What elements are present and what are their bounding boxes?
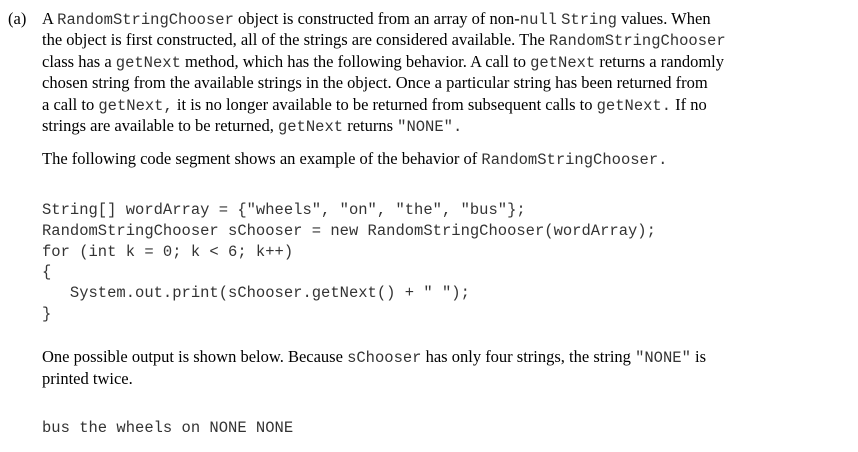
text-run: object is constructed from an array of n… bbox=[233, 9, 520, 28]
code-line-3: for (int k = 0; k < 6; k++) bbox=[42, 243, 294, 261]
inline-code: RandomStringChooser bbox=[57, 11, 234, 29]
inline-code: getNext bbox=[530, 54, 596, 72]
text-run: One possible output is shown below. Beca… bbox=[42, 347, 348, 366]
output-explanation-line-2: printed twice. bbox=[42, 368, 133, 389]
output-explanation-line-1: One possible output is shown below. Beca… bbox=[42, 346, 706, 369]
text-run: it is no longer available to be returned… bbox=[172, 95, 597, 114]
text-run: values. When bbox=[616, 9, 711, 28]
inline-code: getNext, bbox=[98, 97, 173, 115]
text-run: a call to bbox=[42, 95, 99, 114]
text-run: The following code segment shows an exam… bbox=[42, 149, 482, 168]
part-label: (a) bbox=[8, 9, 27, 28]
description-line-2: the object is first constructed, all of … bbox=[42, 29, 726, 52]
description-line-3: class has a getNext method, which has th… bbox=[42, 51, 724, 74]
code-line-6: } bbox=[42, 305, 52, 323]
text-run: has only four strings, the string bbox=[421, 347, 636, 366]
inline-code: getNext bbox=[115, 54, 181, 72]
code-line-1: String[] wordArray = {"wheels", "on", "t… bbox=[42, 201, 526, 219]
text-run: returns bbox=[343, 116, 398, 135]
text-run: class has a bbox=[42, 52, 116, 71]
inline-code: RandomStringChooser bbox=[548, 32, 726, 50]
text-run: is bbox=[690, 347, 707, 366]
text-run: strings are available to be returned, bbox=[42, 116, 278, 135]
inline-code: sChooser bbox=[347, 349, 422, 367]
inline-code: RandomStringChooser. bbox=[481, 151, 668, 169]
inline-code: getNext bbox=[277, 118, 344, 136]
code-line-4: { bbox=[42, 263, 52, 281]
description-line-5: a call to getNext, it is no longer avail… bbox=[42, 94, 707, 117]
description-line-4: chosen string from the available strings… bbox=[42, 72, 708, 93]
code-line-2: RandomStringChooser sChooser = new Rando… bbox=[42, 222, 656, 240]
inline-code: "NONE". bbox=[397, 118, 463, 136]
example-intro-line: The following code segment shows an exam… bbox=[42, 148, 667, 171]
inline-code: String bbox=[561, 11, 617, 29]
text-run: method, which has the following behavior… bbox=[180, 52, 531, 71]
text-run: A bbox=[42, 9, 58, 28]
code-line-5: System.out.print(sChooser.getNext() + " … bbox=[42, 284, 470, 302]
description-line-6: strings are available to be returned, ge… bbox=[42, 115, 462, 138]
text-run: the object is first constructed, all of … bbox=[42, 30, 549, 49]
text-run: returns a randomly bbox=[595, 52, 724, 71]
inline-code: getNext. bbox=[596, 97, 672, 115]
inline-code: "NONE" bbox=[635, 349, 691, 367]
text-run: chosen string from the available strings… bbox=[42, 73, 708, 92]
description-line-1: A RandomStringChooser object is construc… bbox=[42, 8, 711, 31]
text-run: printed twice. bbox=[42, 369, 133, 388]
sample-output: bus the wheels on NONE NONE bbox=[42, 419, 294, 437]
text-run: If no bbox=[671, 95, 707, 114]
inline-code: null bbox=[519, 11, 557, 29]
